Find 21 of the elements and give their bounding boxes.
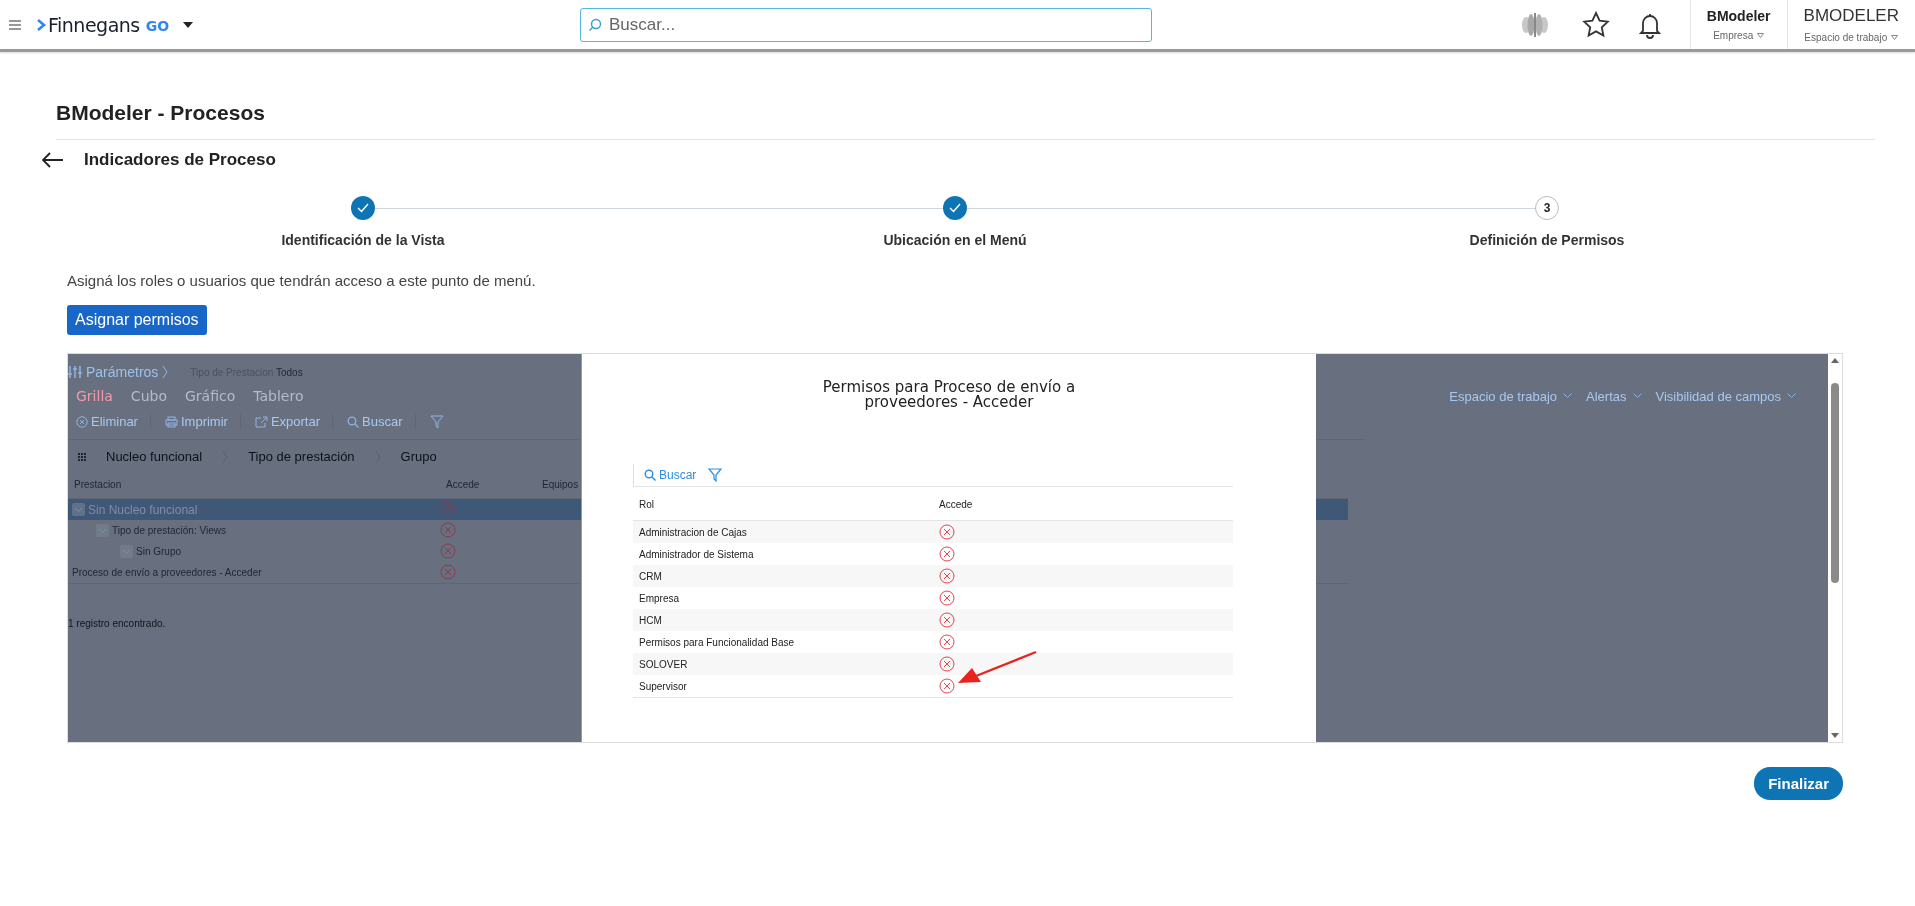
table-cell: Sin Grupo: [136, 546, 182, 557]
table-cell: Proceso de envío a proveedores - Acceder: [72, 567, 262, 578]
step-label: Definición de Permisos: [1469, 232, 1625, 248]
table-cell-text: Supervisor: [638, 680, 688, 692]
table-cell-text: SOLOVER: [638, 658, 689, 670]
record-count: 1 registro encontrado.: [68, 618, 166, 629]
step-number: 3: [1535, 196, 1559, 220]
table-cell: Tipo de prestación: Views: [112, 525, 226, 536]
step-label: Ubicación en el Menú: [883, 232, 1027, 248]
table-cell: Sin Nucleo funcional: [88, 502, 198, 517]
section-title: Indicadores de Proceso: [84, 150, 276, 170]
page-title: BModeler - Procesos: [56, 52, 1875, 140]
table-cell-text: CRM: [638, 570, 663, 582]
table-cell-text: HCM: [638, 614, 663, 626]
dialog-title: Permisos para Proceso de envío a proveedores - Acceder: [821, 380, 1077, 410]
table-cell-text: Empresa: [638, 592, 680, 604]
table-cell-text: Administrador de Sistema: [638, 548, 755, 560]
table-cell-text: Permisos para Funcionalidad Base: [638, 636, 796, 648]
step-label: Identificación de la Vista: [281, 232, 445, 248]
table-cell-text: Administracion de Cajas: [638, 526, 748, 538]
description-text: Asigná los roles o usuarios que tendrán acceso a este punto de menú.: [67, 272, 537, 289]
